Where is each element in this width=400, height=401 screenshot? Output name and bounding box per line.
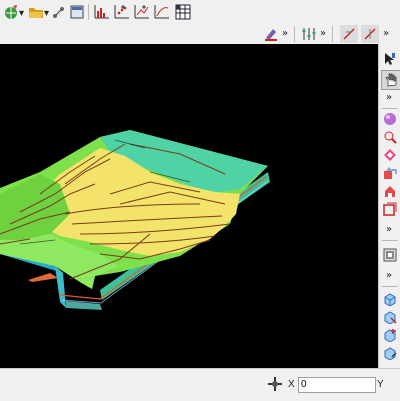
cube-select-icon[interactable]	[381, 308, 399, 326]
fit-view-icon[interactable]	[381, 146, 399, 164]
frame-icon[interactable]	[381, 200, 399, 218]
status-bar: X 0 Y	[0, 368, 400, 401]
x-coordinate-label: X	[288, 379, 295, 390]
cube-remove-icon[interactable]	[381, 344, 399, 362]
more-tools-chevron[interactable]: »	[386, 92, 392, 103]
cube-edit-icon[interactable]	[381, 290, 399, 308]
layout-icon[interactable]	[68, 3, 86, 21]
zoom-icon[interactable]	[381, 128, 399, 146]
layers-icon[interactable]	[381, 246, 399, 264]
cube-add-icon[interactable]	[381, 326, 399, 344]
view-toolbar: » » »	[378, 44, 400, 368]
view-3d-icon[interactable]	[381, 164, 399, 182]
scatter-plot-icon[interactable]	[113, 3, 131, 21]
more-tools-chevron[interactable]: »	[383, 28, 389, 39]
main-toolbar: ▾ ▾	[0, 0, 400, 25]
line-plot-icon[interactable]	[133, 3, 151, 21]
pan-hand-icon[interactable]	[381, 70, 400, 90]
paint-tool-icon[interactable]	[262, 25, 280, 43]
spreadsheet-icon[interactable]	[174, 3, 192, 21]
more-tools-chevron[interactable]: »	[320, 28, 326, 39]
split-line-icon[interactable]	[361, 25, 379, 43]
x-coordinate-field[interactable]: 0	[298, 377, 376, 393]
box-view-icon[interactable]	[381, 182, 399, 200]
y-coordinate-label: Y	[377, 379, 384, 390]
model-red-patch	[28, 273, 58, 282]
properties-icon[interactable]	[300, 25, 318, 43]
secondary-toolbar: » » »	[0, 24, 400, 45]
model-side-wall	[55, 266, 66, 308]
dropdown-arrow-icon[interactable]: ▾	[19, 8, 24, 19]
3d-viewport[interactable]	[0, 44, 378, 368]
move-points-icon[interactable]	[50, 3, 68, 21]
geological-model-3d	[0, 130, 270, 310]
dropdown-arrow-icon[interactable]: ▾	[44, 8, 49, 19]
open-folder-icon[interactable]	[27, 3, 45, 21]
more-tools-chevron[interactable]: »	[386, 270, 392, 281]
more-tools-chevron[interactable]: »	[386, 224, 392, 235]
cursor-position-icon	[266, 375, 284, 393]
rotate-sphere-icon[interactable]	[381, 110, 399, 128]
edit-line-icon[interactable]	[340, 25, 358, 43]
globe-pen-icon[interactable]	[2, 3, 20, 21]
more-tools-chevron[interactable]: »	[282, 28, 288, 39]
histogram-icon[interactable]	[93, 3, 111, 21]
pointer-icon[interactable]	[381, 50, 399, 68]
curve-plot-icon[interactable]	[153, 3, 171, 21]
